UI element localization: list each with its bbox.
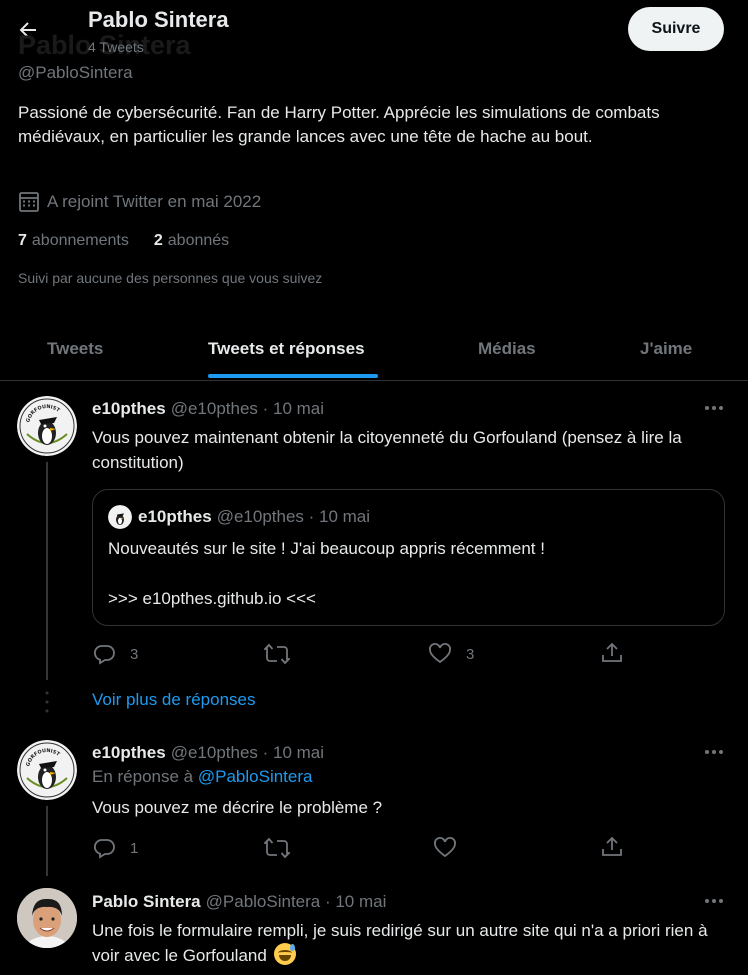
profile-stats: 7 abonnements 2 abonnés xyxy=(18,232,254,250)
tweet-more-button[interactable] xyxy=(699,742,729,762)
following-count: 7 xyxy=(18,232,27,249)
tweet-author-name[interactable]: e10pthes xyxy=(92,399,166,419)
followers-link[interactable]: 2 abonnés xyxy=(154,232,229,250)
tab-likes[interactable]: J'aime xyxy=(640,318,692,380)
heart-icon xyxy=(434,837,456,858)
sweat-smile-emoji-icon xyxy=(273,943,296,965)
reply-mention-link[interactable]: @PabloSintera xyxy=(198,767,313,786)
tweet-header: e10pthes @e10pthes · 10 mai xyxy=(92,399,324,419)
share-button[interactable] xyxy=(600,641,624,665)
tweet-text: Vous pouvez maintenant obtenir la citoye… xyxy=(92,428,682,472)
show-more-replies-link[interactable]: Voir plus de réponses xyxy=(92,690,256,710)
join-date: A rejoint Twitter en mai 2022 xyxy=(18,191,261,213)
profile-bio: Passioné de cybersécurité. Fan de Harry … xyxy=(18,103,660,146)
tweet-more-button[interactable] xyxy=(699,398,729,418)
followers-count: 2 xyxy=(153,232,163,249)
reply-count: 3 xyxy=(130,645,139,663)
quoted-text-line1: Nouveautés sur le site ! J'ai beaucoup a… xyxy=(108,539,545,558)
reply-count: 1 xyxy=(130,839,139,857)
gorfou-avatar-icon: GORFOUNIST xyxy=(17,396,77,456)
person-avatar-icon xyxy=(17,888,77,948)
tweet-author-name[interactable]: e10pthes xyxy=(92,743,166,763)
tweet-text: Une fois le formulaire rempli, je suis r… xyxy=(92,921,708,965)
thread-line xyxy=(46,462,48,680)
retweet-icon xyxy=(264,837,290,859)
tweet-count: 4 Tweets xyxy=(88,39,144,55)
more-horizontal-icon xyxy=(705,406,723,410)
quoted-text-line2: >>> e10pthes.github.io <<< xyxy=(108,589,316,608)
retweet-button[interactable] xyxy=(264,642,290,666)
tweet-author-meta[interactable]: @e10pthes · 10 mai xyxy=(171,399,324,419)
reply-context: En réponse à @PabloSintera xyxy=(92,767,312,787)
tweet-text: Vous pouvez me décrire le problème ? xyxy=(92,798,383,817)
quoted-author-name: e10pthes xyxy=(138,507,212,526)
tweet-header: Pablo Sintera @PabloSintera · 10 mai xyxy=(92,892,386,912)
reply-button[interactable]: 3 xyxy=(92,642,138,666)
following-link[interactable]: 7 abonnements xyxy=(18,232,129,250)
profile-tabs: Tweets Tweets et réponses Médias J'aime xyxy=(0,318,748,381)
share-icon xyxy=(602,642,622,662)
profile-handle: @PabloSintera xyxy=(18,63,133,82)
followed-by-text: Suivi par aucune des personnes que vous … xyxy=(18,270,323,286)
reply-prefix: En réponse à xyxy=(92,767,194,786)
tab-tweets[interactable]: Tweets xyxy=(47,318,103,380)
tweet-header: e10pthes @e10pthes · 10 mai xyxy=(92,743,324,763)
tweet-author-name[interactable]: Pablo Sintera xyxy=(92,892,201,912)
following-label: abonnements xyxy=(31,232,129,249)
reply-icon xyxy=(93,645,115,665)
header-name: Pablo Sintera xyxy=(88,7,229,32)
tweet-author-meta[interactable]: @PabloSintera · 10 mai xyxy=(206,892,387,912)
share-button[interactable] xyxy=(600,835,624,859)
follow-button[interactable]: Suivre xyxy=(628,7,724,51)
gorfou-avatar-icon xyxy=(108,505,132,529)
active-tab-indicator xyxy=(208,374,378,378)
quoted-author-meta: @e10pthes · 10 mai xyxy=(216,507,371,526)
join-date-text: A rejoint Twitter en mai 2022 xyxy=(47,192,262,211)
gorfou-avatar-icon: GORFOUNIST xyxy=(17,740,77,800)
calendar-icon xyxy=(19,192,39,212)
tab-tweets-replies[interactable]: Tweets et réponses xyxy=(208,318,365,380)
like-button[interactable] xyxy=(433,836,457,860)
followers-label: abonnés xyxy=(167,232,230,249)
more-horizontal-icon xyxy=(705,750,723,754)
reply-button[interactable]: 1 xyxy=(92,836,138,860)
heart-icon xyxy=(429,643,451,664)
tweet-more-button[interactable] xyxy=(699,891,729,911)
tab-media[interactable]: Médias xyxy=(478,318,536,380)
more-horizontal-icon xyxy=(705,899,723,903)
tweet-author-meta[interactable]: @e10pthes · 10 mai xyxy=(171,743,324,763)
retweet-button[interactable] xyxy=(264,836,290,860)
quoted-avatar xyxy=(108,505,132,529)
quoted-tweet-header: e10pthes @e10pthes · 10 mai xyxy=(108,505,370,529)
avatar[interactable] xyxy=(17,888,77,948)
reply-icon xyxy=(93,839,115,859)
avatar[interactable]: GORFOUNIST xyxy=(17,740,77,800)
thread-gap-dots xyxy=(45,690,49,714)
like-button[interactable]: 3 xyxy=(428,642,474,666)
thread-line xyxy=(46,806,48,876)
avatar[interactable]: GORFOUNIST xyxy=(17,396,77,456)
like-count: 3 xyxy=(466,645,475,663)
retweet-icon xyxy=(264,643,290,665)
share-icon xyxy=(602,836,622,856)
tweet-text-container: Une fois le formulaire rempli, je suis r… xyxy=(92,918,732,968)
